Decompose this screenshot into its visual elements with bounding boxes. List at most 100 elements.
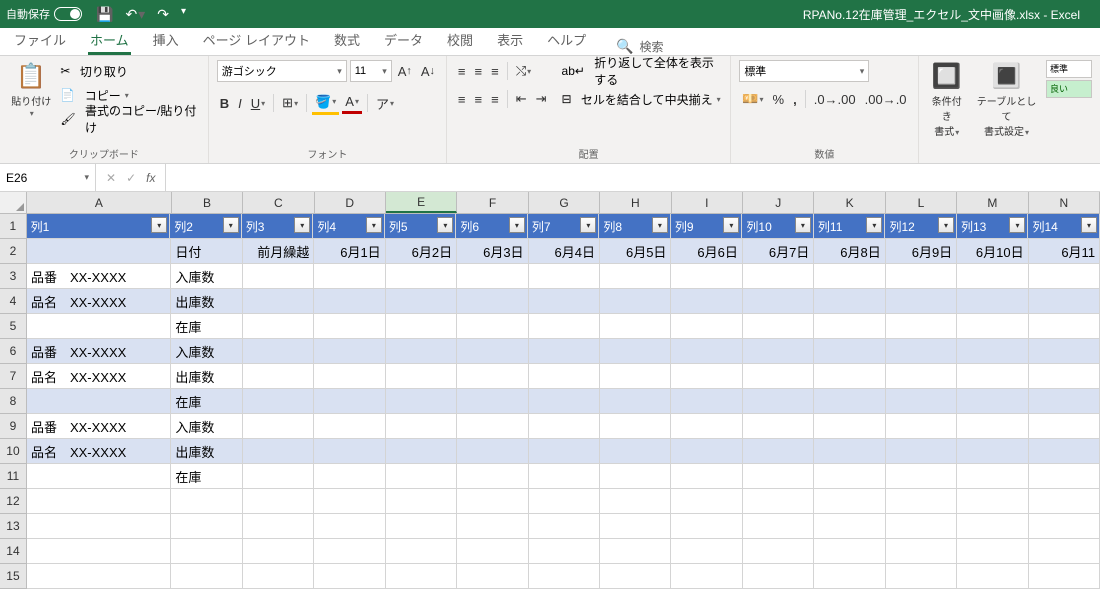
cell[interactable] [957,514,1028,539]
increase-decimal-icon[interactable]: .0→.00 [811,90,859,109]
cancel-formula-icon[interactable]: ✕ [106,171,116,185]
cell[interactable] [671,489,742,514]
cell[interactable] [1029,514,1100,539]
phonetic-guide-button[interactable]: ア▾ [373,92,397,115]
cell[interactable] [27,564,171,589]
cell[interactable] [243,264,314,289]
filter-dropdown-icon[interactable]: ▾ [509,217,525,233]
cell[interactable] [600,464,671,489]
cell[interactable] [457,539,528,564]
tab-data[interactable]: データ [382,26,425,55]
cell[interactable] [243,439,314,464]
cell[interactable] [886,539,957,564]
row-header[interactable]: 9 [0,414,27,439]
font-name-select[interactable]: 游ゴシック [217,60,347,82]
align-top-icon[interactable]: ≡ [455,62,469,81]
italic-button[interactable]: I [235,94,245,113]
cell[interactable] [1029,364,1100,389]
cell[interactable]: 列2▾ [170,214,242,239]
tab-home[interactable]: ホーム [88,26,131,55]
cell[interactable] [1029,564,1100,589]
row-header[interactable]: 1 [0,214,27,239]
cell[interactable] [814,439,885,464]
column-header-A[interactable]: A [27,192,172,213]
cell[interactable] [957,289,1028,314]
cell[interactable] [743,314,814,339]
align-right-icon[interactable]: ≡ [488,90,502,109]
cell[interactable] [314,439,385,464]
cell[interactable] [886,389,957,414]
cell[interactable] [671,289,742,314]
cell[interactable] [814,339,885,364]
cell[interactable] [957,489,1028,514]
cell[interactable] [386,439,457,464]
cell[interactable] [386,364,457,389]
font-color-button[interactable]: A▾ [342,92,362,114]
decrease-indent-icon[interactable]: ⇤ [513,89,530,109]
cell[interactable]: 列5▾ [385,214,457,239]
cell[interactable]: 6月6日 [671,239,742,264]
filter-dropdown-icon[interactable]: ▾ [723,217,739,233]
cell[interactable] [600,539,671,564]
cell[interactable] [27,314,171,339]
tab-view[interactable]: 表示 [495,26,525,55]
column-header-G[interactable]: G [529,192,600,213]
cell[interactable] [886,514,957,539]
decrease-font-icon[interactable]: A↓ [418,62,438,81]
cell[interactable] [1029,489,1100,514]
column-header-B[interactable]: B [172,192,243,213]
cell[interactable] [314,364,385,389]
cell[interactable] [671,564,742,589]
cell[interactable] [243,289,314,314]
cell[interactable] [171,514,242,539]
cell[interactable] [1029,339,1100,364]
cell[interactable] [386,289,457,314]
cell[interactable] [457,489,528,514]
conditional-formatting-button[interactable]: 🔲 条件付き 書式▾ [927,60,967,140]
cell[interactable]: 6月5日 [600,239,671,264]
cell[interactable]: 列10▾ [742,214,814,239]
cell[interactable] [957,539,1028,564]
column-header-K[interactable]: K [814,192,885,213]
align-center-icon[interactable]: ≡ [472,90,486,109]
cell[interactable]: 列1▾ [27,214,171,239]
column-header-N[interactable]: N [1029,192,1100,213]
filter-dropdown-icon[interactable]: ▾ [1081,217,1097,233]
worksheet-grid[interactable]: ABCDEFGHIJKLMN 1列1▾列2▾列3▾列4▾列5▾列6▾列7▾列8▾… [0,192,1100,589]
column-header-E[interactable]: E [386,192,457,213]
cell[interactable] [814,489,885,514]
tab-formulas[interactable]: 数式 [332,26,362,55]
cell[interactable] [386,314,457,339]
cell[interactable] [600,414,671,439]
autosave-toggle[interactable]: 自動保存 [6,6,82,22]
cell[interactable]: 在庫 [171,389,242,414]
cell[interactable] [1029,414,1100,439]
cell[interactable] [600,264,671,289]
cell[interactable]: 入庫数 [171,414,242,439]
column-header-L[interactable]: L [886,192,957,213]
cell[interactable] [814,314,885,339]
column-header-I[interactable]: I [672,192,743,213]
cell[interactable] [600,339,671,364]
cell[interactable] [743,514,814,539]
enter-formula-icon[interactable]: ✓ [126,171,136,185]
cell[interactable] [529,389,600,414]
align-middle-icon[interactable]: ≡ [472,62,486,81]
cell[interactable] [600,514,671,539]
cell[interactable]: 列4▾ [313,214,385,239]
cell[interactable] [957,314,1028,339]
cell[interactable] [457,514,528,539]
cell[interactable]: 6月4日 [529,239,600,264]
cell[interactable] [886,489,957,514]
cell[interactable] [600,314,671,339]
row-header[interactable]: 2 [0,239,27,264]
cell[interactable] [243,564,314,589]
cell[interactable] [314,539,385,564]
cell[interactable] [600,489,671,514]
cell[interactable]: 日付 [171,239,242,264]
cell[interactable] [386,539,457,564]
cell[interactable] [27,239,171,264]
row-header[interactable]: 3 [0,264,27,289]
row-header[interactable]: 8 [0,389,27,414]
cell[interactable] [243,414,314,439]
